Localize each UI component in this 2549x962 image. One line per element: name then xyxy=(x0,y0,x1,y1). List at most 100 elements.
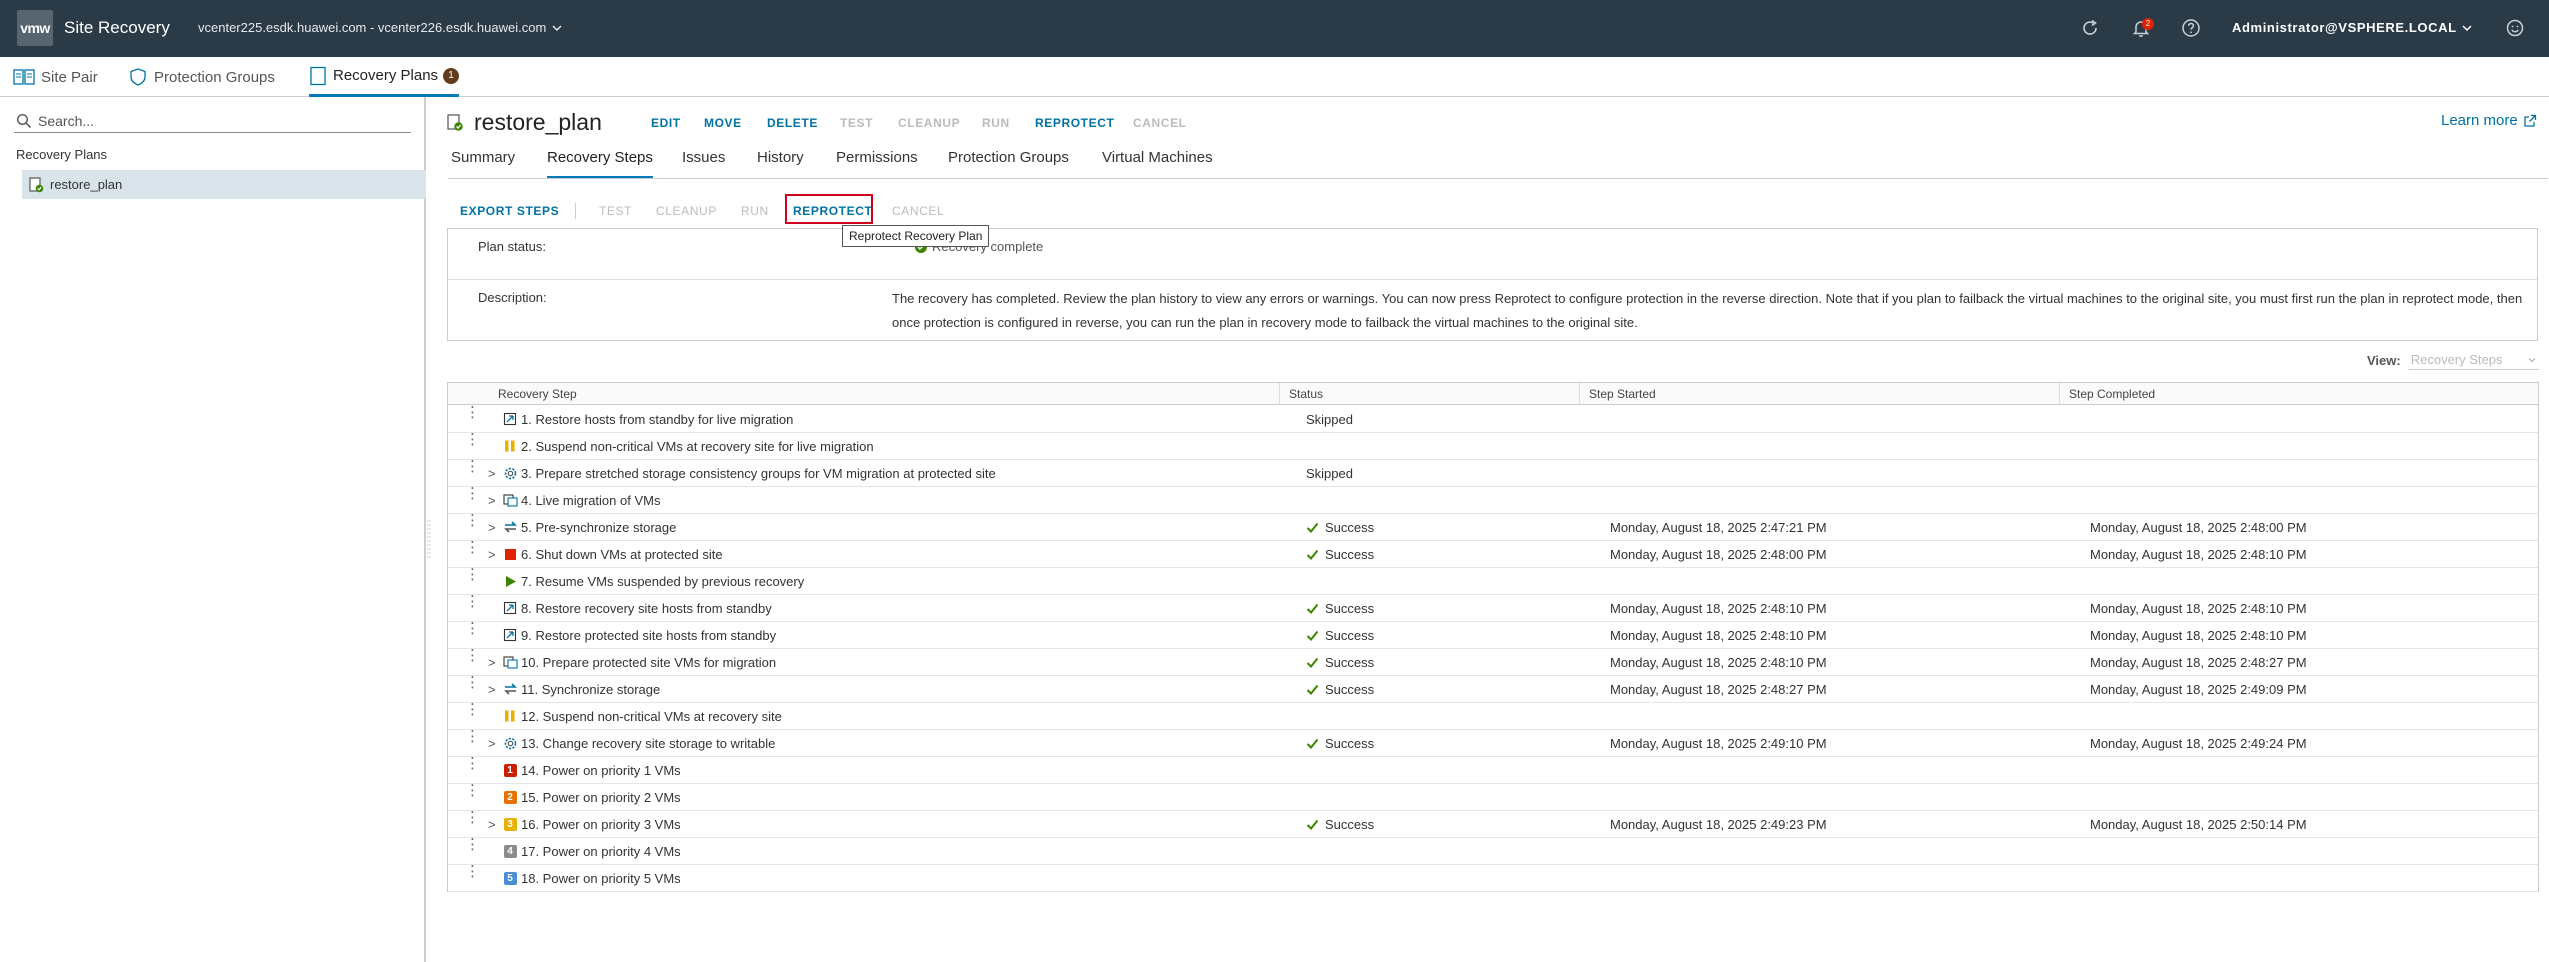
run-button[interactable]: RUN xyxy=(982,116,1010,130)
step-started: Monday, August 18, 2025 2:48:10 PM xyxy=(1610,655,1827,670)
steps-cleanup-button[interactable]: CLEANUP xyxy=(656,204,717,218)
step-name: 16. Power on priority 3 VMs xyxy=(521,817,681,832)
table-row[interactable]: ⋮ >6. Shut down VMs at protected site Succ… xyxy=(448,540,2538,568)
column-resizer[interactable] xyxy=(2059,383,2060,405)
table-row[interactable]: ⋮ >13. Change recovery site storage to wr… xyxy=(448,729,2538,757)
chevron-right-icon[interactable]: > xyxy=(488,520,496,535)
table-row[interactable]: ⋮ >3. Prepare stretched storage consisten… xyxy=(448,459,2538,487)
export-steps-button[interactable]: EXPORT STEPS xyxy=(460,204,559,218)
table-row[interactable]: ⋮ >3 16. Power on priority 3 VMs Success Mon… xyxy=(448,810,2538,838)
view-select-value: Recovery Steps xyxy=(2410,352,2503,367)
step-name: 4. Live migration of VMs xyxy=(521,493,661,508)
table-row[interactable]: ⋮ 9. Restore protected site hosts from st… xyxy=(448,621,2538,649)
chevron-right-icon[interactable]: > xyxy=(488,682,496,697)
step-name: 2. Suspend non-critical VMs at recovery … xyxy=(521,439,874,454)
edit-button[interactable]: EDIT xyxy=(651,116,681,130)
reprotect-button[interactable]: REPROTECT xyxy=(1035,116,1114,130)
test-button[interactable]: TEST xyxy=(840,116,873,130)
row-menu-icon[interactable]: ⋮ xyxy=(465,459,480,474)
row-menu-icon[interactable]: ⋮ xyxy=(465,405,480,420)
header-step-started[interactable]: Step Started xyxy=(1589,387,1656,401)
tab-virtual-machines[interactable]: Virtual Machines xyxy=(1102,149,1213,179)
chevron-right-icon[interactable]: > xyxy=(488,547,496,562)
search-input[interactable] xyxy=(38,111,398,131)
learn-more-link[interactable]: Learn more xyxy=(2441,112,2537,129)
row-menu-icon[interactable]: ⋮ xyxy=(465,837,480,852)
row-menu-icon[interactable]: ⋮ xyxy=(465,621,480,636)
table-row[interactable]: ⋮ >5. Pre-synchronize storage Success Monda… xyxy=(448,513,2538,541)
tab-site-pair[interactable]: Site Pair xyxy=(13,57,98,97)
chevron-right-icon[interactable]: > xyxy=(488,493,496,508)
step-status-text: Success xyxy=(1325,736,1375,751)
info-divider xyxy=(448,279,2537,280)
row-menu-icon[interactable]: ⋮ xyxy=(465,648,480,663)
row-menu-icon[interactable]: ⋮ xyxy=(465,756,480,771)
tab-recovery-plans[interactable]: Recovery Plans 1 xyxy=(309,57,460,97)
tab-issues[interactable]: Issues xyxy=(682,149,725,179)
row-menu-icon[interactable]: ⋮ xyxy=(465,864,480,879)
cancel-button[interactable]: CANCEL xyxy=(1133,116,1187,130)
cleanup-button[interactable]: CLEANUP xyxy=(898,116,960,130)
vcenter-selector[interactable]: vcenter225.esdk.huawei.com - vcenter226.… xyxy=(198,20,563,35)
table-row[interactable]: ⋮ >4. Live migration of VMs xyxy=(448,486,2538,514)
header-step-completed[interactable]: Step Completed xyxy=(2069,387,2155,401)
table-row[interactable]: ⋮ 1 14. Power on priority 1 VMs xyxy=(448,756,2538,784)
table-row[interactable]: ⋮ 4 17. Power on priority 4 VMs xyxy=(448,837,2538,865)
gear-icon xyxy=(502,465,518,481)
step-status: Success xyxy=(1306,601,1374,616)
header-recovery-step[interactable]: Recovery Step xyxy=(498,387,577,401)
chevron-right-icon[interactable]: > xyxy=(488,466,496,481)
description-text: The recovery has completed. Review the p… xyxy=(892,291,2523,330)
row-menu-icon[interactable]: ⋮ xyxy=(465,567,480,582)
tab-recovery-steps[interactable]: Recovery Steps xyxy=(547,149,653,179)
table-row[interactable]: ⋮ 7. Resume VMs suspended by previous rec… xyxy=(448,567,2538,595)
pause-icon xyxy=(502,708,518,724)
row-menu-icon[interactable]: ⋮ xyxy=(465,810,480,825)
tab-protection-groups[interactable]: Protection Groups xyxy=(128,57,275,97)
chevron-right-icon[interactable]: > xyxy=(488,655,496,670)
steps-run-button[interactable]: RUN xyxy=(741,204,769,218)
tab-history[interactable]: History xyxy=(757,149,804,179)
tab-summary[interactable]: Summary xyxy=(451,149,515,179)
table-row[interactable]: ⋮ 2 15. Power on priority 2 VMs xyxy=(448,783,2538,811)
tab-permissions[interactable]: Permissions xyxy=(836,149,918,179)
table-row[interactable]: ⋮ 5 18. Power on priority 5 VMs xyxy=(448,864,2538,892)
row-menu-icon[interactable]: ⋮ xyxy=(465,729,480,744)
chevron-right-icon[interactable]: > xyxy=(488,736,496,751)
row-menu-icon[interactable]: ⋮ xyxy=(465,432,480,447)
row-menu-icon[interactable]: ⋮ xyxy=(465,783,480,798)
view-select[interactable]: Recovery Steps xyxy=(2408,350,2539,370)
host-standby-icon xyxy=(502,411,518,427)
table-row[interactable]: ⋮ 12. Suspend non-critical VMs at recover… xyxy=(448,702,2538,730)
header-status[interactable]: Status xyxy=(1289,387,1323,401)
vmware-logo: vmw xyxy=(17,10,53,46)
user-menu[interactable]: Administrator@VSPHERE.LOCAL xyxy=(2232,20,2473,35)
move-button[interactable]: MOVE xyxy=(704,116,742,130)
tree-item-restore-plan[interactable]: restore_plan xyxy=(22,170,426,199)
table-row[interactable]: ⋮ 2. Suspend non-critical VMs at recovery… xyxy=(448,432,2538,460)
row-menu-icon[interactable]: ⋮ xyxy=(465,702,480,717)
table-row[interactable]: ⋮ >10. Prepare protected site VMs for mig… xyxy=(448,648,2538,676)
steps-cancel-button[interactable]: CANCEL xyxy=(892,204,944,218)
row-menu-icon[interactable]: ⋮ xyxy=(465,513,480,528)
step-status: Success xyxy=(1306,655,1374,670)
refresh-icon[interactable] xyxy=(2077,15,2103,41)
tab-protection-groups[interactable]: Protection Groups xyxy=(948,149,1069,179)
tree-item-label: restore_plan xyxy=(50,177,123,192)
table-row[interactable]: ⋮ 1. Restore hosts from standby for live … xyxy=(448,405,2538,433)
row-menu-icon[interactable]: ⋮ xyxy=(465,486,480,501)
column-resizer[interactable] xyxy=(1279,383,1280,405)
chevron-right-icon[interactable]: > xyxy=(488,817,496,832)
step-name: 10. Prepare protected site VMs for migra… xyxy=(521,655,777,670)
table-row[interactable]: ⋮ 8. Restore recovery site hosts from sta… xyxy=(448,594,2538,622)
row-menu-icon[interactable]: ⋮ xyxy=(465,594,480,609)
success-check-icon xyxy=(1306,549,1319,560)
steps-test-button[interactable]: TEST xyxy=(599,204,632,218)
smiley-icon[interactable] xyxy=(2502,15,2528,41)
delete-button[interactable]: DELETE xyxy=(767,116,818,130)
column-resizer[interactable] xyxy=(1579,383,1580,405)
help-icon[interactable] xyxy=(2178,15,2204,41)
table-row[interactable]: ⋮ >11. Synchronize storage Success Monday, … xyxy=(448,675,2538,703)
row-menu-icon[interactable]: ⋮ xyxy=(465,540,480,555)
row-menu-icon[interactable]: ⋮ xyxy=(465,675,480,690)
